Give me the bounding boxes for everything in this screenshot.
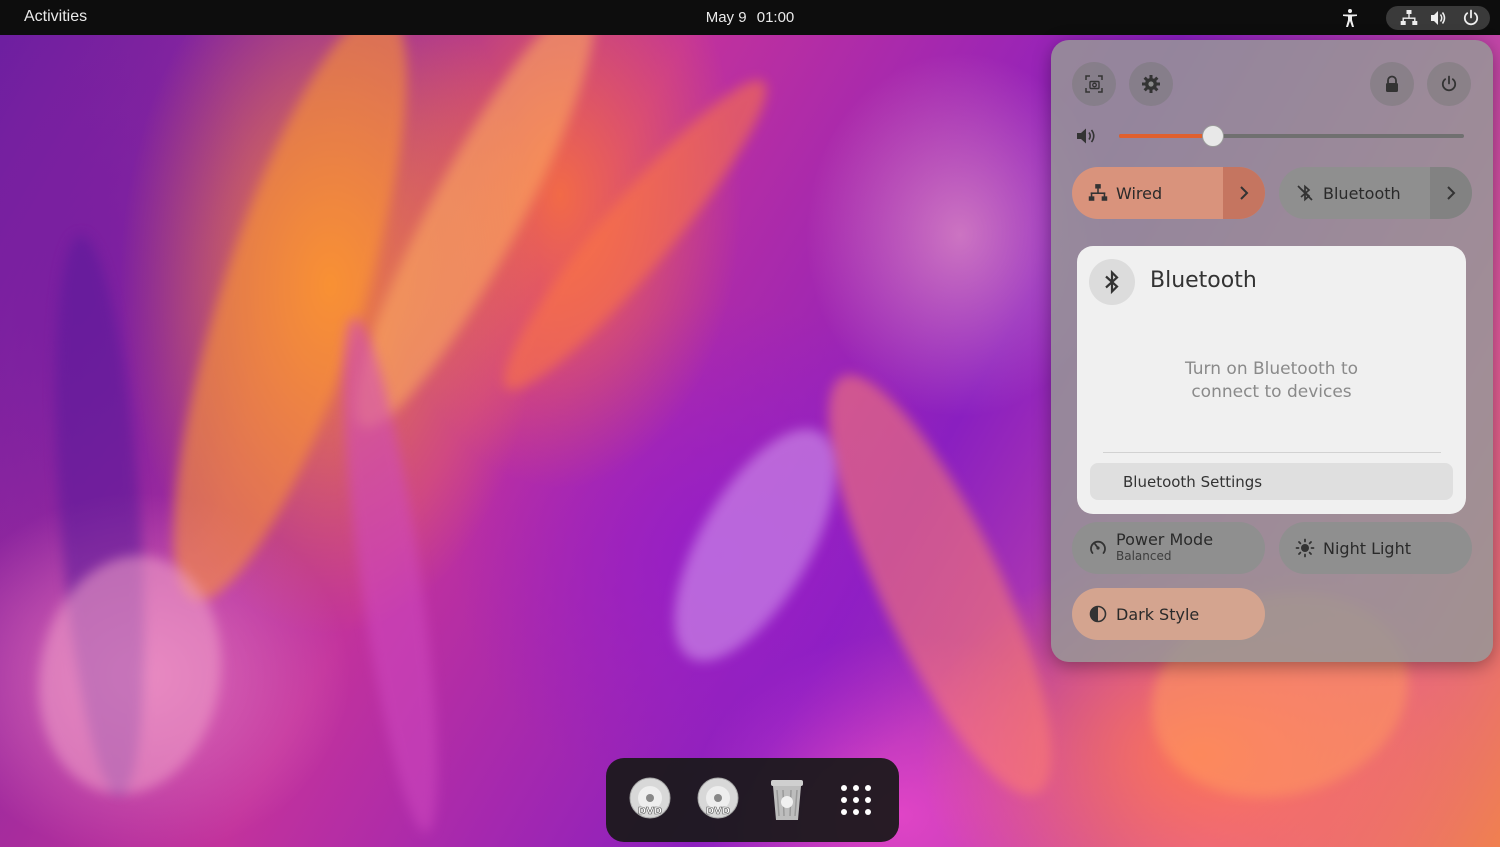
night-light-label: Night Light (1323, 538, 1411, 558)
system-status-menu[interactable] (1386, 6, 1490, 30)
screenshot-button[interactable] (1072, 62, 1116, 106)
volume-icon (1431, 11, 1446, 25)
bluetooth-menu-arrow[interactable] (1430, 167, 1472, 219)
wired-toggle-label: Wired (1116, 183, 1163, 203)
bluetooth-message-line2: connect to devices (1191, 382, 1352, 402)
bluetooth-toggle[interactable]: Bluetooth (1279, 167, 1472, 219)
power-mode-sublabel: Balanced (1116, 549, 1172, 563)
accessibility-icon[interactable] (1340, 8, 1360, 28)
bluetooth-settings-button[interactable]: Bluetooth Settings (1090, 463, 1453, 500)
wired-toggle-main[interactable]: Wired (1072, 167, 1162, 219)
bluetooth-toggle-label: Bluetooth (1323, 183, 1401, 203)
bluetooth-status-message: Turn on Bluetooth to connect to devices (1077, 358, 1466, 404)
night-light-toggle[interactable]: Night Light (1279, 522, 1472, 574)
top-bar: Activities May 9 01:00 (0, 0, 1500, 35)
power-mode-label: Power Mode (1116, 530, 1214, 549)
bluetooth-settings-label: Bluetooth Settings (1123, 473, 1263, 491)
dvd-drive-icon[interactable]: DVD (694, 776, 742, 824)
trash-icon[interactable] (763, 776, 811, 824)
volume-slider-fill (1119, 134, 1213, 138)
clock-date: May 9 (705, 9, 747, 26)
dvd-drive-icon[interactable]: DVD (626, 776, 674, 824)
settings-button[interactable] (1129, 62, 1173, 106)
clock-time: 01:00 (756, 9, 795, 26)
gear-icon (1142, 75, 1160, 93)
show-apps-grid-icon[interactable] (832, 776, 880, 824)
chevron-right-icon (1447, 186, 1456, 200)
separator (1103, 452, 1441, 453)
dark-style-toggle[interactable]: Dark Style (1072, 588, 1265, 640)
dark-style-label: Dark Style (1116, 604, 1200, 624)
power-mode-toggle[interactable]: Power Mode Balanced (1072, 522, 1265, 574)
power-icon (1463, 9, 1479, 26)
bluetooth-disabled-icon (1297, 184, 1313, 202)
power-mode-main[interactable]: Power Mode Balanced (1072, 522, 1213, 574)
bluetooth-icon (1105, 269, 1119, 295)
dock: DVD DVD (606, 758, 899, 842)
svg-text:DVD: DVD (706, 806, 730, 817)
clock[interactable]: May 9 01:00 (0, 9, 1500, 26)
wired-network-icon (1400, 10, 1418, 25)
lock-screen-button[interactable] (1370, 62, 1414, 106)
wired-toggle[interactable]: Wired (1072, 167, 1265, 219)
wired-menu-arrow[interactable] (1223, 167, 1265, 219)
chevron-right-icon (1240, 186, 1249, 200)
volume-icon (1077, 128, 1095, 144)
lock-icon (1386, 75, 1398, 92)
power-profile-icon (1090, 540, 1106, 554)
volume-slider[interactable] (1119, 125, 1464, 147)
bluetooth-message-line1: Turn on Bluetooth to (1184, 359, 1359, 379)
screenshot-icon (1085, 75, 1103, 93)
bluetooth-menu: Bluetooth Turn on Bluetooth to connect t… (1077, 246, 1466, 514)
dark-style-icon (1089, 605, 1107, 623)
night-light-icon (1295, 538, 1315, 558)
volume-slider-handle[interactable] (1202, 125, 1225, 147)
dark-style-main[interactable]: Dark Style (1072, 588, 1199, 640)
power-off-button[interactable] (1427, 62, 1471, 106)
wired-network-icon (1088, 184, 1108, 201)
bluetooth-menu-title: Bluetooth (1150, 268, 1257, 293)
night-light-main[interactable]: Night Light (1279, 522, 1411, 574)
power-icon (1441, 75, 1457, 92)
svg-text:DVD: DVD (638, 806, 662, 817)
bluetooth-toggle-main[interactable]: Bluetooth (1279, 167, 1401, 219)
bluetooth-header-icon (1089, 259, 1135, 305)
